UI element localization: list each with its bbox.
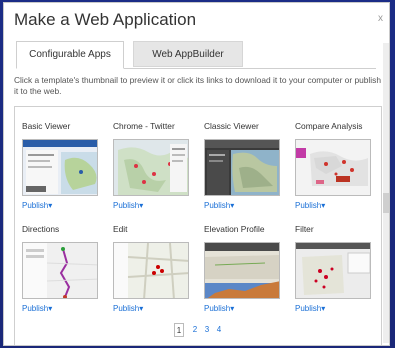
classic-viewer-map-thumbnail[interactable] [204, 139, 280, 196]
template-name: Compare Analysis [295, 121, 363, 131]
template-name: Elevation Profile [204, 224, 265, 234]
chrome-twitter-map-thumbnail[interactable] [113, 139, 189, 196]
page-2[interactable]: 2 [190, 323, 200, 337]
publish-menu[interactable]: Publish▾ [113, 201, 143, 210]
publish-menu[interactable]: Publish▾ [22, 304, 52, 313]
template-name: Chrome - Twitter [113, 121, 175, 131]
basic-viewer-map-thumbnail[interactable] [22, 139, 98, 196]
compare-analysis-map-thumbnail[interactable] [295, 139, 371, 196]
scroll-thumb[interactable] [383, 193, 389, 213]
dialog-title: Make a Web Application [14, 10, 197, 29]
template-name: Edit [113, 224, 128, 234]
instruction-text: Click a template's thumbnail to preview … [14, 75, 381, 96]
filter-map-thumbnail[interactable] [295, 242, 371, 299]
close-icon[interactable]: x [378, 13, 383, 24]
directions-map-thumbnail[interactable] [22, 242, 98, 299]
page-1[interactable]: 1 [174, 323, 184, 337]
template-name: Classic Viewer [204, 121, 259, 131]
publish-menu[interactable]: Publish▾ [113, 304, 143, 313]
edit-map-thumbnail[interactable] [113, 242, 189, 299]
tab-bar: Configurable Apps Web AppBuilder [16, 41, 376, 69]
page-3[interactable]: 3 [202, 323, 212, 337]
template-gallery: Basic Viewer Publish▾ Chrome - Twitter P… [14, 106, 382, 345]
publish-menu[interactable]: Publish▾ [204, 304, 234, 313]
template-name: Basic Viewer [22, 121, 71, 131]
publish-menu[interactable]: Publish▾ [22, 201, 52, 210]
elevation-profile-map-thumbnail[interactable] [204, 242, 280, 299]
template-name: Directions [22, 224, 60, 234]
tab-configurable-apps[interactable]: Configurable Apps [16, 41, 124, 69]
template-name: Filter [295, 224, 314, 234]
publish-menu[interactable]: Publish▾ [204, 201, 234, 210]
page-4[interactable]: 4 [214, 323, 224, 337]
tab-web-appbuilder[interactable]: Web AppBuilder [133, 41, 243, 67]
dialog-scrollbar[interactable] [383, 43, 389, 343]
publish-menu[interactable]: Publish▾ [295, 304, 325, 313]
make-web-app-dialog: Make a Web Application x Configurable Ap… [3, 2, 390, 346]
publish-menu[interactable]: Publish▾ [295, 201, 325, 210]
